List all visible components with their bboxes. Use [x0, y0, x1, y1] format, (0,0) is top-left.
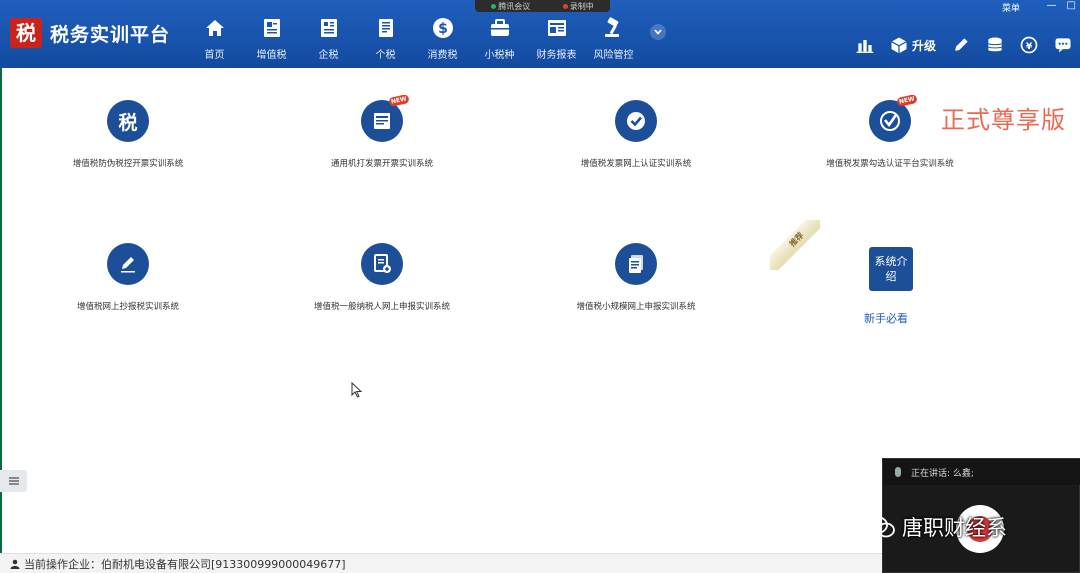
edit-button[interactable]: [944, 30, 978, 60]
nav-more-button[interactable]: [650, 24, 666, 40]
module-small-scale-declare[interactable]: 增值税小规模网上申报实训系统: [526, 243, 746, 312]
minimize-icon[interactable]: —: [1047, 0, 1057, 11]
tax-char-icon: 税: [107, 100, 149, 142]
nav-label: 首页: [204, 50, 225, 61]
yuan-button[interactable]: ¥: [1012, 30, 1046, 60]
new-badge: NEW: [388, 94, 410, 107]
check-shield-icon: NEW: [869, 94, 918, 142]
pen-icon: [107, 243, 149, 285]
module-general-invoice[interactable]: NEW 通用机打发票开票实训系统: [272, 94, 492, 169]
wechat-watermark: 唐职财经系: [866, 512, 1007, 542]
new-badge: NEW: [896, 94, 918, 107]
module-online-tax-copy[interactable]: 增值税网上抄报税实训系统: [18, 243, 238, 312]
list-icon: [8, 476, 19, 487]
beginner-guide-link[interactable]: 新手必看: [864, 310, 908, 326]
nav-label: 个税: [375, 50, 396, 61]
nav-label: 财务报表: [536, 50, 577, 61]
watermark-text: 唐职财经系: [902, 516, 1007, 540]
report-icon: [547, 20, 566, 36]
wechat-icon: [866, 516, 895, 538]
nav-label: 小税种: [484, 50, 515, 61]
upgrade-button[interactable]: [882, 30, 916, 60]
meeting-name: 腾讯会议: [491, 1, 530, 12]
nav-vat[interactable]: 增值税: [243, 16, 300, 64]
gavel-icon: [604, 17, 619, 37]
system-intro-button[interactable]: 系统介绍: [869, 247, 913, 291]
nav-financial-reports[interactable]: 财务报表: [528, 16, 585, 64]
menu-label[interactable]: 菜单: [1002, 1, 1020, 14]
window-edge: [0, 68, 2, 573]
speaker-indicator: 正在讲话: 么鑫;: [883, 459, 1080, 485]
module-label: 增值税一般纳税人网上申报实训系统: [313, 302, 450, 312]
person-doc-icon: [378, 19, 393, 37]
app-window: 税 税务实训平台 首页 增值税 企税 个税 $ 消费税 小税种 财务报表 风险管…: [0, 0, 1080, 573]
microphone-icon: [895, 467, 901, 477]
maximize-icon[interactable]: □: [1067, 0, 1076, 11]
org-button[interactable]: [848, 30, 882, 60]
module-general-taxpayer-declare[interactable]: 增值税一般纳税人网上申报实训系统: [272, 243, 492, 312]
nav-label: 增值税: [256, 50, 287, 61]
nav-risk-control[interactable]: 风险管控: [585, 16, 642, 64]
invoice-new-icon: NEW: [361, 94, 410, 142]
nav-consumption-tax[interactable]: $ 消费税: [414, 16, 471, 64]
upgrade-label[interactable]: 升级: [912, 37, 936, 54]
yuan-icon: ¥: [1020, 36, 1038, 54]
recording-status: 录制中: [562, 1, 594, 12]
database-icon: [987, 37, 1003, 52]
nav-label: 消费税: [427, 50, 458, 61]
module-invoice-online-auth[interactable]: 增值税发票网上认证实训系统: [526, 100, 746, 169]
box-icon: [891, 37, 907, 54]
svg-text:¥: ¥: [1026, 41, 1033, 52]
chat-icon: [1055, 38, 1071, 53]
user-icon: [10, 559, 20, 569]
nav-home[interactable]: 首页: [186, 16, 243, 64]
check-circle-icon: [615, 100, 657, 142]
nav-label: 企税: [318, 50, 339, 61]
speaker-label: 正在讲话: 么鑫;: [911, 468, 974, 479]
pencil-icon: [955, 38, 968, 51]
org-chart-icon: [856, 40, 874, 53]
home-icon: [205, 20, 224, 36]
sidebar-toggle[interactable]: [0, 470, 27, 492]
right-toolbar: 升级 ¥: [848, 30, 1080, 60]
app-title: 税务实训平台: [50, 24, 171, 46]
document-icon: [263, 19, 280, 37]
window-controls: — □: [1047, 0, 1076, 11]
module-label: 增值税防伪税控开票实训系统: [72, 159, 184, 169]
module-label: 增值税发票网上认证实训系统: [580, 159, 692, 169]
nav-personal-tax[interactable]: 个税: [357, 16, 414, 64]
meeting-indicator[interactable]: 腾讯会议 录制中: [475, 0, 610, 12]
app-logo: 税: [10, 18, 42, 48]
chevron-down-icon: [654, 29, 662, 35]
recommend-ribbon: 推荐: [770, 220, 820, 270]
dollar-icon: $: [432, 18, 453, 38]
premium-edition-label: 正式尊享版: [941, 106, 1066, 134]
database-button[interactable]: [978, 30, 1012, 60]
svg-text:$: $: [438, 21, 448, 37]
nav-corporate-tax[interactable]: 企税: [300, 16, 357, 64]
nav-minor-taxes[interactable]: 小税种: [471, 16, 528, 64]
doc-add-icon: [361, 243, 403, 285]
building-icon: [320, 19, 337, 37]
chat-button[interactable]: [1046, 30, 1080, 60]
files-icon: [615, 243, 657, 285]
module-label: 通用机打发票开票实训系统: [330, 159, 433, 169]
main-nav: 首页 增值税 企税 个税 $ 消费税 小税种 财务报表 风险管控: [186, 16, 642, 66]
module-label: 增值税网上抄报税实训系统: [76, 302, 179, 312]
mouse-cursor-icon: [351, 382, 363, 398]
nav-label: 风险管控: [593, 50, 634, 61]
briefcase-icon: [490, 19, 509, 36]
current-company: 当前操作企业：伯耐机电设备有限公司[913300999000049677]: [24, 557, 346, 571]
module-label: 增值税发票勾选认证平台实训系统: [826, 159, 954, 169]
module-vat-anti-counterfeit[interactable]: 税 增值税防伪税控开票实训系统: [18, 100, 238, 169]
module-label: 增值税小规模网上申报实训系统: [576, 302, 696, 312]
